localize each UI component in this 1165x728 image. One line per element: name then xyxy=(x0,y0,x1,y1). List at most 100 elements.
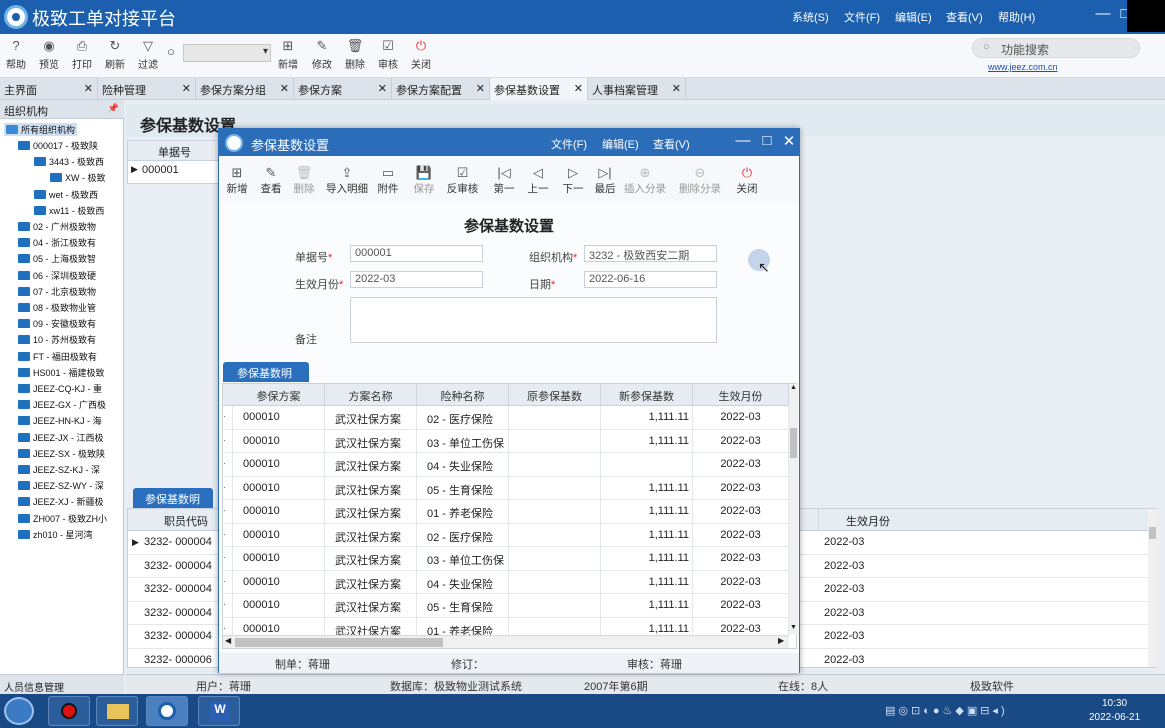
dialog-toolbar-button[interactable]: |◁ 第一 xyxy=(487,164,521,196)
tree-item[interactable]: JEEZ-SX - 极致陕 xyxy=(18,447,105,460)
scroll-down-icon[interactable]: ▼ xyxy=(789,624,798,634)
emp-code-cell[interactable]: 3232- 000004 xyxy=(144,607,212,619)
table-row[interactable]: · 000010 武汉社保方案 03 - 单位工伤保 1,111.11 2022-03 xyxy=(223,429,789,453)
delete-button[interactable]: 🗑 删除 xyxy=(339,37,371,71)
grid-cell[interactable]: 03 - 单位工伤保 xyxy=(417,429,509,453)
grid-cell[interactable] xyxy=(509,476,601,500)
tree-item[interactable]: 04 - 浙江极致有 xyxy=(18,236,96,249)
dialog-toolbar-button[interactable]: ▷ 下一 xyxy=(556,164,590,196)
scroll-left-icon[interactable]: ◀ xyxy=(225,636,231,645)
menu-file[interactable]: 文件(F) xyxy=(844,9,880,25)
tree-item[interactable]: FT - 福田极致有 xyxy=(18,350,97,363)
grid-cell[interactable]: 04 - 失业保险 xyxy=(417,570,509,594)
grid-cell[interactable]: 武汉社保方案 xyxy=(325,429,417,453)
tree-item[interactable]: 08 - 极致物业管 xyxy=(18,301,96,314)
dialog-toolbar-button[interactable]: ⇪ 导入明细 xyxy=(322,164,372,196)
close-icon[interactable]: ✕ xyxy=(476,82,485,95)
date-field[interactable]: 2022-06-16 xyxy=(584,271,717,288)
vertical-scrollbar[interactable]: ▲ ▼ xyxy=(789,384,798,634)
scroll-thumb[interactable] xyxy=(790,428,797,458)
tab-home[interactable]: 主界面 ✕ xyxy=(0,78,98,100)
grid-cell[interactable]: 2022-03 xyxy=(693,547,789,570)
grid-cell[interactable] xyxy=(509,406,601,429)
dialog-menu-view[interactable]: 查看(V) xyxy=(653,136,690,152)
grid-cell[interactable]: 武汉社保方案 xyxy=(325,453,417,476)
grid-cell[interactable]: 000010 xyxy=(233,453,325,476)
print-button[interactable]: ⎙ 打印 xyxy=(66,37,98,71)
close-icon[interactable]: ✕ xyxy=(84,82,93,95)
tree-item[interactable]: ZH007 - 极致ZH小 xyxy=(18,512,107,525)
emp-code-cell[interactable]: 3232- 000004 xyxy=(144,536,212,548)
tree-item[interactable]: 06 - 深圳极致硬 xyxy=(18,269,96,282)
grid-cell[interactable]: 05 - 生育保险 xyxy=(417,594,509,617)
table-row[interactable]: · 000010 武汉社保方案 04 - 失业保险 1,111.11 2022-03 xyxy=(223,570,789,594)
grid-cell[interactable]: 武汉社保方案 xyxy=(325,547,417,570)
tree-item[interactable]: 02 - 广州极致物 xyxy=(18,220,96,233)
close-icon[interactable]: ✕ xyxy=(280,82,289,95)
bg-detail-tab[interactable]: 参保基数明细 xyxy=(133,488,213,522)
bg-scroll-thumb[interactable] xyxy=(1149,527,1156,539)
dialog-toolbar-button[interactable]: 💾 保存 xyxy=(407,164,441,196)
dialog-close-button[interactable]: ✕ xyxy=(779,132,799,150)
grid-cell[interactable]: 1,111.11 xyxy=(601,523,693,547)
grid-cell[interactable]: 000010 xyxy=(233,476,325,500)
grid-cell[interactable] xyxy=(509,547,601,570)
tree-item[interactable]: JEEZ-SZ-KJ - 深 xyxy=(18,463,100,476)
dialog-toolbar-button[interactable]: 🗑 删除 xyxy=(287,164,321,196)
menu-system[interactable]: 系统(S) xyxy=(792,9,829,25)
table-row[interactable]: · 000010 武汉社保方案 02 - 医疗保险 1,111.11 2022-03 xyxy=(223,523,789,547)
grid-cell[interactable]: 05 - 生育保险 xyxy=(417,476,509,500)
tree-item[interactable]: JEEZ-XJ - 新疆极 xyxy=(18,495,104,508)
doc-no-field[interactable]: 000001 xyxy=(350,245,483,262)
grid-cell[interactable]: 01 - 养老保险 xyxy=(417,500,509,523)
grid-cell[interactable]: 000010 xyxy=(233,594,325,617)
grid-cell[interactable] xyxy=(509,453,601,476)
dialog-toolbar-button[interactable]: ⊞ 新增 xyxy=(220,164,254,196)
close-icon[interactable]: ✕ xyxy=(378,82,387,95)
grid-cell[interactable]: 000010 xyxy=(233,429,325,453)
site-link[interactable]: www.jeez.com.cn xyxy=(988,62,1058,72)
note-field[interactable] xyxy=(350,297,717,343)
grid-cell[interactable]: 1,111.11 xyxy=(601,594,693,617)
tree-item[interactable]: JEEZ-GX - 广西极 xyxy=(18,398,106,411)
grid-cell[interactable]: 1,111.11 xyxy=(601,453,693,476)
audit-button[interactable]: ☑ 审核 xyxy=(372,37,404,71)
dialog-toolbar-button[interactable]: ☑ 反审核 xyxy=(443,164,482,196)
dialog-toolbar-button[interactable]: ⏻ 关闭 xyxy=(730,164,764,196)
grid-cell[interactable]: 武汉社保方案 xyxy=(325,500,417,523)
menu-help[interactable]: 帮助(H) xyxy=(998,9,1035,25)
grid-cell[interactable]: 2022-03 xyxy=(693,570,789,594)
dialog-toolbar-button[interactable]: ✎ 查看 xyxy=(254,164,288,196)
function-search-input[interactable]: ○ 功能搜索 xyxy=(972,38,1140,58)
month-cell[interactable]: 2022-03 xyxy=(824,630,864,642)
table-row[interactable]: · 000010 武汉社保方案 04 - 失业保险 1,111.11 2022-03 xyxy=(223,453,789,477)
table-row[interactable]: · 000010 武汉社保方案 03 - 单位工伤保 1,111.11 2022-03 xyxy=(223,547,789,571)
grid-cell[interactable]: 02 - 医疗保险 xyxy=(417,523,509,547)
grid-cell[interactable] xyxy=(509,523,601,547)
scroll-up-icon[interactable]: ▲ xyxy=(789,384,798,394)
preview-button[interactable]: ◉ 预览 xyxy=(33,37,65,71)
help-button[interactable]: ? 帮助 xyxy=(0,37,32,71)
close-button[interactable]: ⏻ 关闭 xyxy=(405,37,437,71)
grid-cell[interactable]: 2022-03 xyxy=(693,594,789,617)
grid-cell[interactable]: 1,111.11 xyxy=(601,570,693,594)
grid-cell[interactable]: 2022-03 xyxy=(693,523,789,547)
dialog-toolbar-button[interactable]: ◁ 上一 xyxy=(521,164,555,196)
new-button[interactable]: ⊞ 新增 xyxy=(272,37,304,71)
org-field[interactable]: 3232 - 极致西安二期 xyxy=(584,245,717,262)
start-button[interactable] xyxy=(4,697,34,725)
filter-button[interactable]: ▽ 过滤 xyxy=(132,37,164,71)
month-cell[interactable]: 2022-03 xyxy=(824,654,864,666)
tree-item[interactable]: zh010 - 星河湾 xyxy=(18,528,93,541)
close-icon[interactable]: ✕ xyxy=(672,82,681,95)
grid-cell[interactable]: 武汉社保方案 xyxy=(325,570,417,594)
tree-item[interactable]: 10 - 苏州极致有 xyxy=(18,333,96,346)
grid-cell[interactable]: 04 - 失业保险 xyxy=(417,453,509,476)
dialog-toolbar-button[interactable]: ⊕ 插入分录 xyxy=(620,164,670,196)
grid-cell[interactable]: 02 - 医疗保险 xyxy=(417,406,509,429)
doc-no-cell[interactable]: 000001 xyxy=(142,164,179,176)
emp-code-cell[interactable]: 3232- 000004 xyxy=(144,583,212,595)
grid-cell[interactable]: 武汉社保方案 xyxy=(325,476,417,500)
record-app-icon[interactable] xyxy=(48,696,90,726)
emp-code-cell[interactable]: 3232- 000004 xyxy=(144,630,212,642)
